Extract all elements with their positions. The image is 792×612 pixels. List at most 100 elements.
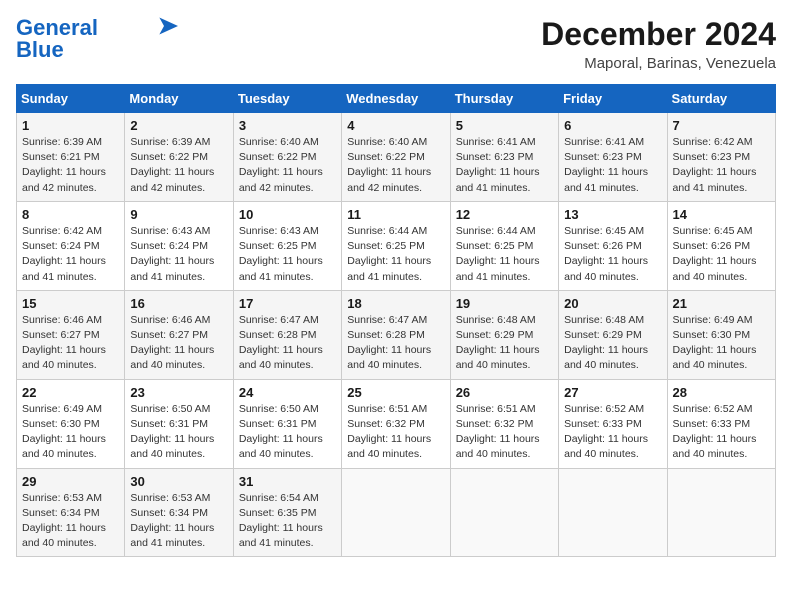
calendar-cell: 3 Sunrise: 6:40 AM Sunset: 6:22 PM Dayli… <box>233 113 341 202</box>
calendar-cell: 31 Sunrise: 6:54 AM Sunset: 6:35 PM Dayl… <box>233 468 341 557</box>
location-subtitle: Maporal, Barinas, Venezuela <box>541 55 776 72</box>
calendar-cell <box>450 468 558 557</box>
day-info: Sunrise: 6:44 AM Sunset: 6:25 PM Dayligh… <box>456 224 553 285</box>
day-info: Sunrise: 6:51 AM Sunset: 6:32 PM Dayligh… <box>347 402 444 463</box>
day-info: Sunrise: 6:50 AM Sunset: 6:31 PM Dayligh… <box>239 402 336 463</box>
calendar-cell <box>342 468 450 557</box>
day-info: Sunrise: 6:53 AM Sunset: 6:34 PM Dayligh… <box>22 491 119 552</box>
calendar-cell: 13 Sunrise: 6:45 AM Sunset: 6:26 PM Dayl… <box>559 201 667 290</box>
day-number: 26 <box>456 385 553 400</box>
day-info: Sunrise: 6:43 AM Sunset: 6:24 PM Dayligh… <box>130 224 227 285</box>
logo-icon <box>150 17 178 35</box>
day-number: 23 <box>130 385 227 400</box>
calendar-week-row: 22 Sunrise: 6:49 AM Sunset: 6:30 PM Dayl… <box>17 379 776 468</box>
day-info: Sunrise: 6:46 AM Sunset: 6:27 PM Dayligh… <box>22 313 119 374</box>
calendar-cell: 9 Sunrise: 6:43 AM Sunset: 6:24 PM Dayli… <box>125 201 233 290</box>
day-number: 24 <box>239 385 336 400</box>
day-info: Sunrise: 6:52 AM Sunset: 6:33 PM Dayligh… <box>564 402 661 463</box>
day-number: 10 <box>239 207 336 222</box>
day-of-week-header: Saturday <box>667 85 775 113</box>
day-info: Sunrise: 6:52 AM Sunset: 6:33 PM Dayligh… <box>673 402 770 463</box>
day-number: 1 <box>22 118 119 133</box>
day-number: 27 <box>564 385 661 400</box>
day-info: Sunrise: 6:48 AM Sunset: 6:29 PM Dayligh… <box>564 313 661 374</box>
calendar-cell: 17 Sunrise: 6:47 AM Sunset: 6:28 PM Dayl… <box>233 290 341 379</box>
calendar-cell: 6 Sunrise: 6:41 AM Sunset: 6:23 PM Dayli… <box>559 113 667 202</box>
day-number: 15 <box>22 296 119 311</box>
day-info: Sunrise: 6:53 AM Sunset: 6:34 PM Dayligh… <box>130 491 227 552</box>
day-number: 3 <box>239 118 336 133</box>
calendar-cell: 28 Sunrise: 6:52 AM Sunset: 6:33 PM Dayl… <box>667 379 775 468</box>
calendar-cell: 27 Sunrise: 6:52 AM Sunset: 6:33 PM Dayl… <box>559 379 667 468</box>
day-number: 4 <box>347 118 444 133</box>
calendar-table: SundayMondayTuesdayWednesdayThursdayFrid… <box>16 84 776 557</box>
day-of-week-header: Thursday <box>450 85 558 113</box>
calendar-cell: 29 Sunrise: 6:53 AM Sunset: 6:34 PM Dayl… <box>17 468 125 557</box>
day-of-week-header: Friday <box>559 85 667 113</box>
day-info: Sunrise: 6:41 AM Sunset: 6:23 PM Dayligh… <box>456 135 553 196</box>
calendar-cell: 24 Sunrise: 6:50 AM Sunset: 6:31 PM Dayl… <box>233 379 341 468</box>
day-number: 16 <box>130 296 227 311</box>
calendar-cell: 19 Sunrise: 6:48 AM Sunset: 6:29 PM Dayl… <box>450 290 558 379</box>
day-info: Sunrise: 6:39 AM Sunset: 6:22 PM Dayligh… <box>130 135 227 196</box>
day-number: 5 <box>456 118 553 133</box>
day-number: 31 <box>239 474 336 489</box>
calendar-cell <box>559 468 667 557</box>
logo-text-blue: Blue <box>16 38 64 62</box>
calendar-cell: 22 Sunrise: 6:49 AM Sunset: 6:30 PM Dayl… <box>17 379 125 468</box>
day-number: 18 <box>347 296 444 311</box>
day-number: 11 <box>347 207 444 222</box>
calendar-cell: 8 Sunrise: 6:42 AM Sunset: 6:24 PM Dayli… <box>17 201 125 290</box>
calendar-cell: 2 Sunrise: 6:39 AM Sunset: 6:22 PM Dayli… <box>125 113 233 202</box>
day-info: Sunrise: 6:50 AM Sunset: 6:31 PM Dayligh… <box>130 402 227 463</box>
day-info: Sunrise: 6:43 AM Sunset: 6:25 PM Dayligh… <box>239 224 336 285</box>
day-info: Sunrise: 6:42 AM Sunset: 6:23 PM Dayligh… <box>673 135 770 196</box>
day-number: 29 <box>22 474 119 489</box>
day-number: 7 <box>673 118 770 133</box>
day-number: 20 <box>564 296 661 311</box>
page-header: General Blue December 2024 Maporal, Bari… <box>16 16 776 72</box>
calendar-cell: 30 Sunrise: 6:53 AM Sunset: 6:34 PM Dayl… <box>125 468 233 557</box>
day-number: 6 <box>564 118 661 133</box>
calendar-cell: 11 Sunrise: 6:44 AM Sunset: 6:25 PM Dayl… <box>342 201 450 290</box>
calendar-cell: 10 Sunrise: 6:43 AM Sunset: 6:25 PM Dayl… <box>233 201 341 290</box>
day-number: 22 <box>22 385 119 400</box>
day-number: 2 <box>130 118 227 133</box>
calendar-week-row: 15 Sunrise: 6:46 AM Sunset: 6:27 PM Dayl… <box>17 290 776 379</box>
day-number: 28 <box>673 385 770 400</box>
calendar-cell: 4 Sunrise: 6:40 AM Sunset: 6:22 PM Dayli… <box>342 113 450 202</box>
day-info: Sunrise: 6:48 AM Sunset: 6:29 PM Dayligh… <box>456 313 553 374</box>
calendar-cell: 18 Sunrise: 6:47 AM Sunset: 6:28 PM Dayl… <box>342 290 450 379</box>
calendar-cell: 16 Sunrise: 6:46 AM Sunset: 6:27 PM Dayl… <box>125 290 233 379</box>
day-number: 8 <box>22 207 119 222</box>
day-info: Sunrise: 6:41 AM Sunset: 6:23 PM Dayligh… <box>564 135 661 196</box>
day-info: Sunrise: 6:49 AM Sunset: 6:30 PM Dayligh… <box>673 313 770 374</box>
day-info: Sunrise: 6:39 AM Sunset: 6:21 PM Dayligh… <box>22 135 119 196</box>
title-section: December 2024 Maporal, Barinas, Venezuel… <box>541 16 776 72</box>
day-info: Sunrise: 6:49 AM Sunset: 6:30 PM Dayligh… <box>22 402 119 463</box>
day-number: 21 <box>673 296 770 311</box>
calendar-cell: 1 Sunrise: 6:39 AM Sunset: 6:21 PM Dayli… <box>17 113 125 202</box>
calendar-cell: 21 Sunrise: 6:49 AM Sunset: 6:30 PM Dayl… <box>667 290 775 379</box>
day-info: Sunrise: 6:46 AM Sunset: 6:27 PM Dayligh… <box>130 313 227 374</box>
calendar-cell <box>667 468 775 557</box>
calendar-week-row: 29 Sunrise: 6:53 AM Sunset: 6:34 PM Dayl… <box>17 468 776 557</box>
day-of-week-header: Monday <box>125 85 233 113</box>
day-info: Sunrise: 6:44 AM Sunset: 6:25 PM Dayligh… <box>347 224 444 285</box>
day-number: 14 <box>673 207 770 222</box>
days-of-week-row: SundayMondayTuesdayWednesdayThursdayFrid… <box>17 85 776 113</box>
calendar-week-row: 1 Sunrise: 6:39 AM Sunset: 6:21 PM Dayli… <box>17 113 776 202</box>
calendar-cell: 7 Sunrise: 6:42 AM Sunset: 6:23 PM Dayli… <box>667 113 775 202</box>
day-of-week-header: Tuesday <box>233 85 341 113</box>
day-info: Sunrise: 6:51 AM Sunset: 6:32 PM Dayligh… <box>456 402 553 463</box>
day-number: 17 <box>239 296 336 311</box>
day-info: Sunrise: 6:42 AM Sunset: 6:24 PM Dayligh… <box>22 224 119 285</box>
calendar-cell: 20 Sunrise: 6:48 AM Sunset: 6:29 PM Dayl… <box>559 290 667 379</box>
calendar-cell: 14 Sunrise: 6:45 AM Sunset: 6:26 PM Dayl… <box>667 201 775 290</box>
day-number: 13 <box>564 207 661 222</box>
day-number: 12 <box>456 207 553 222</box>
calendar-body: 1 Sunrise: 6:39 AM Sunset: 6:21 PM Dayli… <box>17 113 776 557</box>
day-info: Sunrise: 6:40 AM Sunset: 6:22 PM Dayligh… <box>239 135 336 196</box>
day-number: 19 <box>456 296 553 311</box>
day-number: 9 <box>130 207 227 222</box>
